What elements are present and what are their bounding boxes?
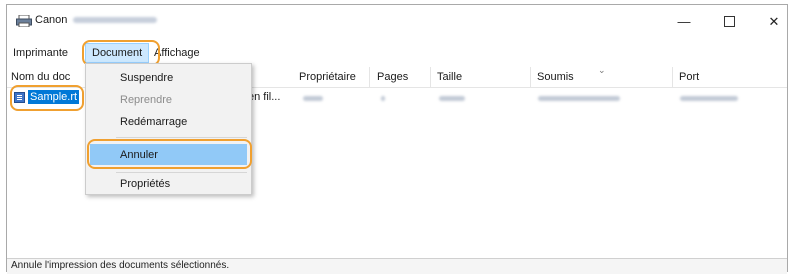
- column-port[interactable]: Port: [679, 71, 699, 83]
- port-redacted: [680, 96, 738, 101]
- menu-item-redemarrage[interactable]: Redémarrage: [120, 116, 187, 128]
- minimize-icon: —: [677, 14, 691, 29]
- printer-icon: [16, 15, 32, 27]
- menu-imprimante[interactable]: Imprimante: [13, 47, 68, 59]
- close-icon: ✕: [768, 14, 780, 29]
- column-owner[interactable]: Propriétaire: [299, 71, 356, 83]
- sort-arrow-icon: ⌄: [598, 65, 606, 75]
- minimize-button[interactable]: —: [669, 11, 699, 33]
- window-title: Canon: [35, 14, 68, 26]
- menu-item-reprendre[interactable]: Reprendre: [120, 94, 172, 106]
- status-text: Annule l'impression des documents sélect…: [11, 260, 230, 271]
- close-button[interactable]: ✕: [759, 11, 789, 33]
- column-divider[interactable]: [369, 67, 370, 87]
- maximize-icon: [723, 16, 735, 28]
- highlight-document-row: [10, 85, 84, 111]
- column-submitted[interactable]: Soumis: [537, 71, 574, 83]
- column-name[interactable]: Nom du doc: [11, 71, 70, 83]
- title-bar: Canon — ✕: [7, 5, 787, 39]
- menu-item-suspendre[interactable]: Suspendre: [120, 72, 173, 84]
- menu-item-proprietes[interactable]: Propriétés: [120, 178, 170, 190]
- owner-redacted: [303, 96, 323, 101]
- menu-bar: Imprimante Document Affichage: [7, 40, 787, 66]
- pages-redacted: [381, 96, 385, 101]
- highlight-annuler: [87, 139, 252, 169]
- submitted-redacted: [538, 96, 620, 101]
- document-status: en fil...: [248, 91, 281, 103]
- window-title-redacted: [73, 17, 157, 23]
- size-redacted: [439, 96, 465, 101]
- menu-separator: [116, 137, 247, 138]
- column-divider[interactable]: [430, 67, 431, 87]
- print-queue-window: Canon — ✕ Imprimante Document Affichage …: [6, 4, 788, 274]
- column-pages[interactable]: Pages: [377, 71, 408, 83]
- maximize-button[interactable]: [714, 11, 744, 33]
- column-divider[interactable]: [530, 67, 531, 87]
- document-menu-dropdown: Suspendre Reprendre Redémarrage Annuler …: [85, 63, 252, 195]
- status-bar: Annule l'impression des documents sélect…: [7, 258, 787, 274]
- column-divider[interactable]: [672, 67, 673, 87]
- menu-affichage[interactable]: Affichage: [154, 47, 200, 59]
- column-size[interactable]: Taille: [437, 71, 462, 83]
- menu-separator: [116, 172, 247, 173]
